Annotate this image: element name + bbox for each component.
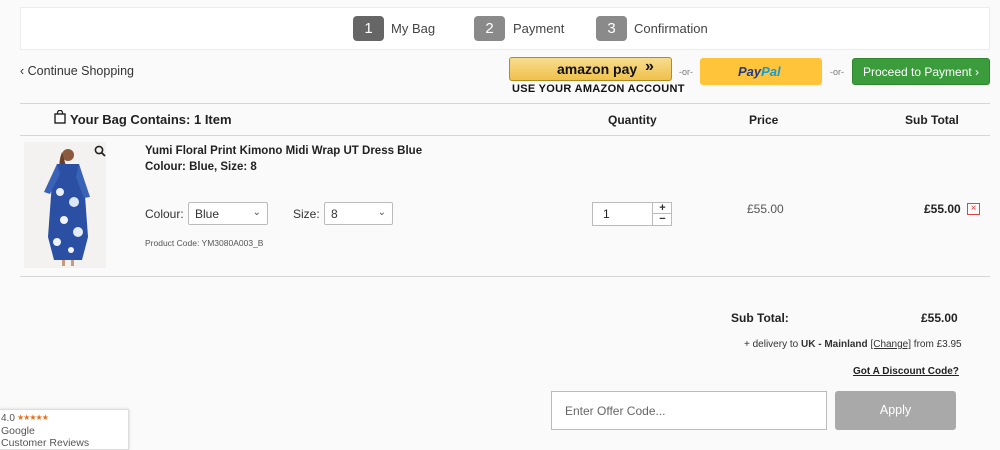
step-2-label: Payment — [513, 16, 564, 41]
subtotal-column-header: Sub Total — [905, 113, 959, 127]
reviews-customer-label: Customer Reviews — [1, 437, 89, 449]
delivery-prefix: + delivery to — [744, 339, 801, 350]
step-1-number: 1 — [353, 16, 384, 41]
item-subtotal: £55.00 — [924, 202, 961, 216]
product-colour-size: Colour: Blue, Size: 8 — [145, 161, 257, 173]
step-1-label: My Bag — [391, 16, 435, 41]
review-score: 4.0 — [1, 413, 15, 424]
colour-label: Colour: — [145, 207, 184, 221]
bag-title: Your Bag Contains: 1 Item — [70, 112, 232, 127]
divider — [20, 103, 990, 104]
step-3-label: Confirmation — [634, 16, 708, 41]
divider — [20, 135, 990, 136]
size-select-value: 8 — [331, 207, 338, 221]
chevron-down-icon: ⌄ — [253, 207, 261, 218]
step-3-number: 3 — [596, 16, 627, 41]
amazon-caption: USE YOUR AMAZON ACCOUNT — [512, 83, 685, 95]
reviews-google-label: Google — [1, 425, 35, 437]
chevron-down-icon: ⌄ — [378, 207, 386, 218]
checkout-steps-bar — [20, 7, 990, 50]
size-select[interactable]: 8 ⌄ — [324, 202, 393, 225]
quantity-stepper[interactable]: 1 + − — [592, 202, 672, 226]
product-code: Product Code: YM3080A003_B — [145, 238, 263, 248]
quantity-column-header: Quantity — [608, 113, 657, 127]
subtotal-label: Sub Total: — [731, 311, 789, 325]
delivery-suffix: from £3.95 — [911, 339, 962, 350]
quantity-controls: + − — [652, 203, 672, 225]
paypal-logo-pay: Pay — [738, 64, 761, 79]
product-name[interactable]: Yumi Floral Print Kimono Midi Wrap UT Dr… — [145, 145, 422, 157]
divider — [20, 276, 990, 277]
change-delivery-link[interactable]: [Change] — [870, 339, 911, 350]
apply-button[interactable]: Apply — [835, 391, 956, 430]
zoom-icon[interactable] — [94, 144, 106, 162]
size-label: Size: — [293, 207, 320, 221]
paypal-logo-pal: Pal — [761, 64, 781, 79]
price-column-header: Price — [749, 113, 778, 127]
discount-code-link[interactable]: Got A Discount Code? — [853, 366, 959, 377]
quantity-decrease-button[interactable]: − — [653, 214, 672, 225]
double-chevron-right-icon: » — [645, 58, 654, 76]
colour-select-value: Blue — [195, 207, 219, 221]
star-rating-icon: ★★★★★ — [17, 413, 48, 422]
quantity-value[interactable]: 1 — [603, 207, 610, 221]
google-reviews-badge[interactable]: 4.0 ★★★★★ Google Customer Reviews — [0, 409, 129, 450]
delivery-info: + delivery to UK - Mainland [Change] fro… — [744, 339, 962, 350]
or-separator: -or- — [679, 67, 693, 77]
step-2-number: 2 — [474, 16, 505, 41]
item-price: £55.00 — [747, 202, 784, 216]
subtotal-value: £55.00 — [921, 311, 958, 325]
amazon-pay-logo: amazon pay — [557, 61, 637, 77]
or-separator-2: -or- — [830, 67, 844, 77]
offer-code-input[interactable] — [552, 392, 826, 429]
offer-code-field[interactable] — [551, 391, 827, 430]
delivery-region: UK - Mainland — [801, 339, 868, 350]
continue-shopping-link[interactable]: ‹ Continue Shopping — [20, 64, 134, 78]
colour-select[interactable]: Blue ⌄ — [188, 202, 268, 225]
paypal-logo: PayPal — [738, 64, 781, 79]
bag-icon — [54, 110, 66, 129]
remove-item-icon[interactable]: × — [967, 203, 980, 215]
proceed-to-payment-button[interactable]: Proceed to Payment › — [852, 58, 990, 85]
